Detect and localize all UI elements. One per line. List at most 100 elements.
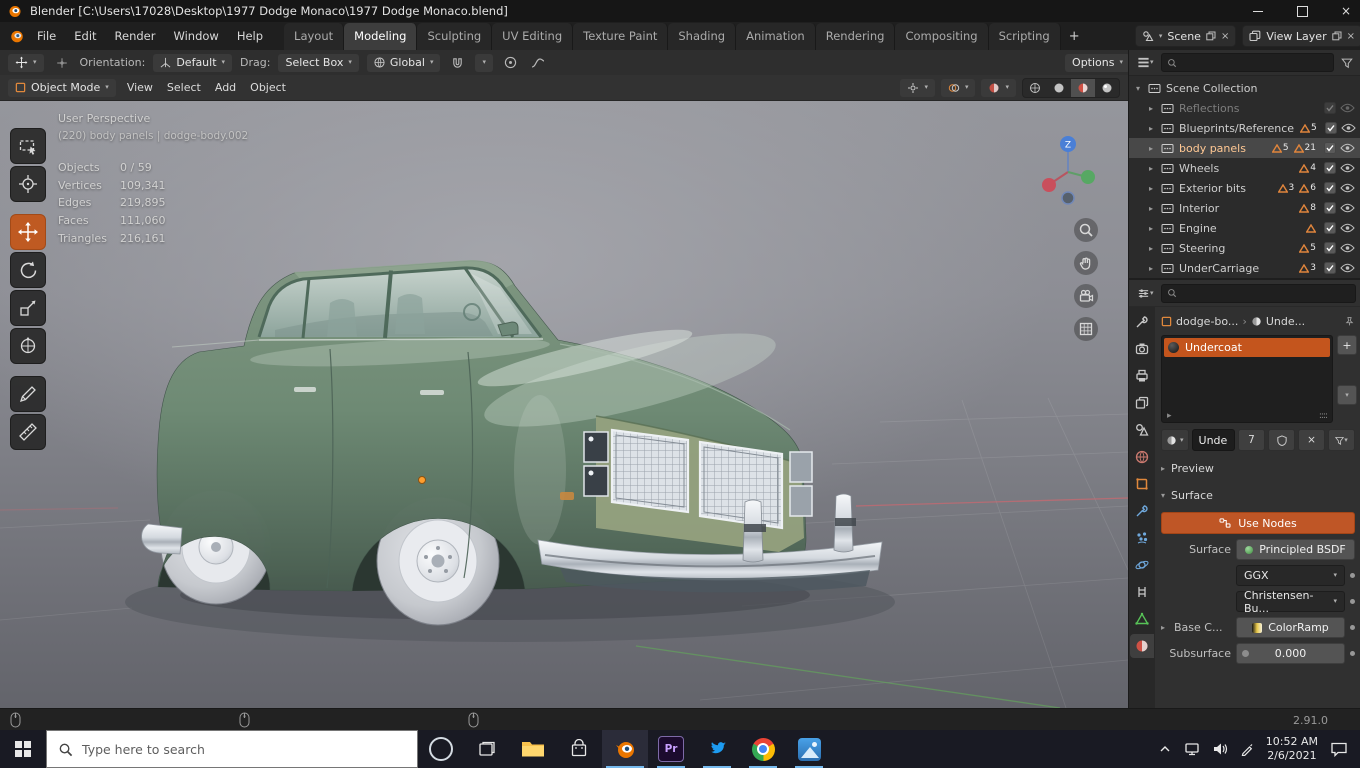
eye-icon[interactable] xyxy=(1340,103,1355,113)
expand-icon[interactable]: ▸ xyxy=(1167,411,1172,421)
chrome-button[interactable] xyxy=(740,730,786,768)
workspace-tab-sculpting[interactable]: Sculpting xyxy=(417,23,492,50)
viewport-menu-object[interactable]: Object xyxy=(243,77,293,98)
workspace-tab-rendering[interactable]: Rendering xyxy=(816,23,896,50)
navigation-gizmo[interactable]: Z xyxy=(1036,132,1100,208)
base-color-button[interactable]: ColorRamp xyxy=(1236,617,1345,638)
tool-scale-button[interactable] xyxy=(10,290,46,326)
tool-annotate-button[interactable] xyxy=(10,376,46,412)
task-view-button[interactable] xyxy=(464,730,510,768)
taskbar-search-input[interactable]: Type here to search xyxy=(46,730,418,768)
orientation-dropdown[interactable]: Default ▾ xyxy=(153,54,232,72)
volume-icon[interactable] xyxy=(1212,742,1228,756)
menu-help[interactable]: Help xyxy=(228,25,272,47)
expand-arrow-icon[interactable]: ▸ xyxy=(1149,204,1158,213)
exclude-checkbox[interactable] xyxy=(1324,222,1336,234)
distribution-dropdown[interactable]: GGX ▾ xyxy=(1236,565,1345,586)
ortho-toggle-icon[interactable] xyxy=(1074,317,1098,341)
copy-icon[interactable] xyxy=(1206,31,1216,41)
surface-shader-button[interactable]: Principled BSDF xyxy=(1236,539,1355,560)
properties-tab-view-layer[interactable] xyxy=(1130,391,1154,415)
pan-hand-icon[interactable] xyxy=(1074,251,1098,275)
exclude-checkbox[interactable] xyxy=(1324,242,1336,254)
outliner-row-scene-collection[interactable]: ▾Scene Collection xyxy=(1129,78,1360,98)
menu-render[interactable]: Render xyxy=(106,25,165,47)
shading-wireframe-button[interactable] xyxy=(1023,79,1047,97)
collection-name[interactable]: Wheels xyxy=(1179,162,1219,175)
outliner-row-reflections[interactable]: ▸Reflections xyxy=(1129,98,1360,118)
workspace-tab-compositing[interactable]: Compositing xyxy=(895,23,988,50)
add-slot-button[interactable]: + xyxy=(1337,335,1357,355)
viewport-menu-view[interactable]: View xyxy=(120,77,160,98)
show-overlays-dropdown[interactable]: ▾ xyxy=(941,79,976,97)
notification-center-icon[interactable] xyxy=(1330,741,1348,757)
properties-editor-type-icon[interactable]: ▾ xyxy=(1134,284,1157,302)
workspace-tab-texture-paint[interactable]: Texture Paint xyxy=(573,23,668,50)
shading-solid-button[interactable] xyxy=(1047,79,1071,97)
pen-icon[interactable] xyxy=(1240,742,1254,756)
base-color-label-wrap[interactable]: ▸ Base C... xyxy=(1161,621,1231,634)
material-specials-button[interactable]: ▾ xyxy=(1328,429,1355,451)
expand-arrow-icon[interactable]: ▸ xyxy=(1149,264,1158,273)
material-slot-list[interactable]: Undercoat ▸ :::: xyxy=(1161,335,1333,423)
options-dropdown[interactable]: Options ▾ xyxy=(1065,54,1130,72)
snap-dropdown[interactable]: ▾ xyxy=(475,54,493,72)
eye-icon[interactable] xyxy=(1341,123,1356,133)
animate-dot-icon[interactable] xyxy=(1350,625,1355,630)
unlink-icon[interactable]: × xyxy=(1221,31,1229,42)
subsurface-method-dropdown[interactable]: Christensen-Bu... ▾ xyxy=(1236,591,1345,612)
preview-panel-header[interactable]: ▸ Preview xyxy=(1161,459,1355,478)
expand-arrow-icon[interactable]: ▸ xyxy=(1149,164,1158,173)
properties-tab-particles[interactable] xyxy=(1130,526,1154,550)
properties-tab-tool[interactable] xyxy=(1130,310,1154,334)
proportional-editing-icon[interactable] xyxy=(501,54,520,72)
exclude-checkbox[interactable] xyxy=(1324,202,1336,214)
close-icon[interactable]: × xyxy=(1347,31,1355,42)
camera-view-icon[interactable] xyxy=(1074,284,1098,308)
properties-search-input[interactable] xyxy=(1161,284,1356,303)
outliner-filter-icon[interactable] xyxy=(1338,54,1356,72)
zoom-icon[interactable] xyxy=(1074,218,1098,242)
workspace-tab-layout[interactable]: Layout xyxy=(284,23,344,50)
animate-dot-icon[interactable] xyxy=(1350,599,1355,604)
collection-name[interactable]: Scene Collection xyxy=(1166,82,1257,95)
menu-window[interactable]: Window xyxy=(164,25,227,47)
expand-arrow-icon[interactable]: ▸ xyxy=(1149,184,1158,193)
menu-edit[interactable]: Edit xyxy=(65,25,105,47)
outliner-row-steering[interactable]: ▸Steering5 xyxy=(1129,238,1360,258)
exclude-checkbox[interactable] xyxy=(1324,162,1336,174)
breadcrumb-object[interactable]: dodge-bo... xyxy=(1176,315,1238,328)
users-count-button[interactable]: 7 xyxy=(1238,429,1265,451)
breadcrumb-material[interactable]: Unde... xyxy=(1266,315,1305,328)
show-gizmos-dropdown[interactable]: ▾ xyxy=(900,79,935,97)
animate-dot-icon[interactable] xyxy=(1350,651,1355,656)
exclude-checkbox[interactable] xyxy=(1324,182,1336,194)
material-slot[interactable]: Undercoat xyxy=(1164,338,1330,357)
viewport-canvas[interactable]: User Perspective (220) body panels | dod… xyxy=(0,100,1128,708)
scene-selector[interactable]: ▾ Scene × xyxy=(1135,25,1236,47)
file-explorer-button[interactable] xyxy=(510,730,556,768)
properties-tab-output[interactable] xyxy=(1130,364,1154,388)
pin-icon[interactable] xyxy=(1344,316,1355,327)
active-tool-dropdown[interactable]: ▾ xyxy=(8,54,44,72)
cortana-button[interactable] xyxy=(418,730,464,768)
menu-file[interactable]: File xyxy=(28,25,65,47)
surface-panel-header[interactable]: ▾ Surface xyxy=(1161,486,1355,505)
workspace-tab-animation[interactable]: Animation xyxy=(736,23,816,50)
properties-tab-material[interactable] xyxy=(1130,634,1154,658)
photos-button[interactable] xyxy=(786,730,832,768)
fake-user-shield-button[interactable] xyxy=(1268,429,1295,451)
tool-move-button[interactable] xyxy=(10,214,46,250)
outliner-row-wheels[interactable]: ▸Wheels4 xyxy=(1129,158,1360,178)
properties-tab-physics[interactable] xyxy=(1130,553,1154,577)
blender-menu-icon[interactable] xyxy=(6,27,28,45)
tool-rotate-button[interactable] xyxy=(10,252,46,288)
outliner-search-input[interactable] xyxy=(1161,53,1334,72)
exclude-checkbox[interactable] xyxy=(1324,262,1336,274)
tool-transform-button[interactable] xyxy=(10,328,46,364)
viewport-menu-add[interactable]: Add xyxy=(208,77,243,98)
eye-icon[interactable] xyxy=(1340,263,1355,273)
outliner-row-blueprints-reference[interactable]: ▸Blueprints/Reference5 xyxy=(1129,118,1360,138)
tool-measure-button[interactable] xyxy=(10,414,46,450)
properties-tab-scene[interactable] xyxy=(1130,418,1154,442)
